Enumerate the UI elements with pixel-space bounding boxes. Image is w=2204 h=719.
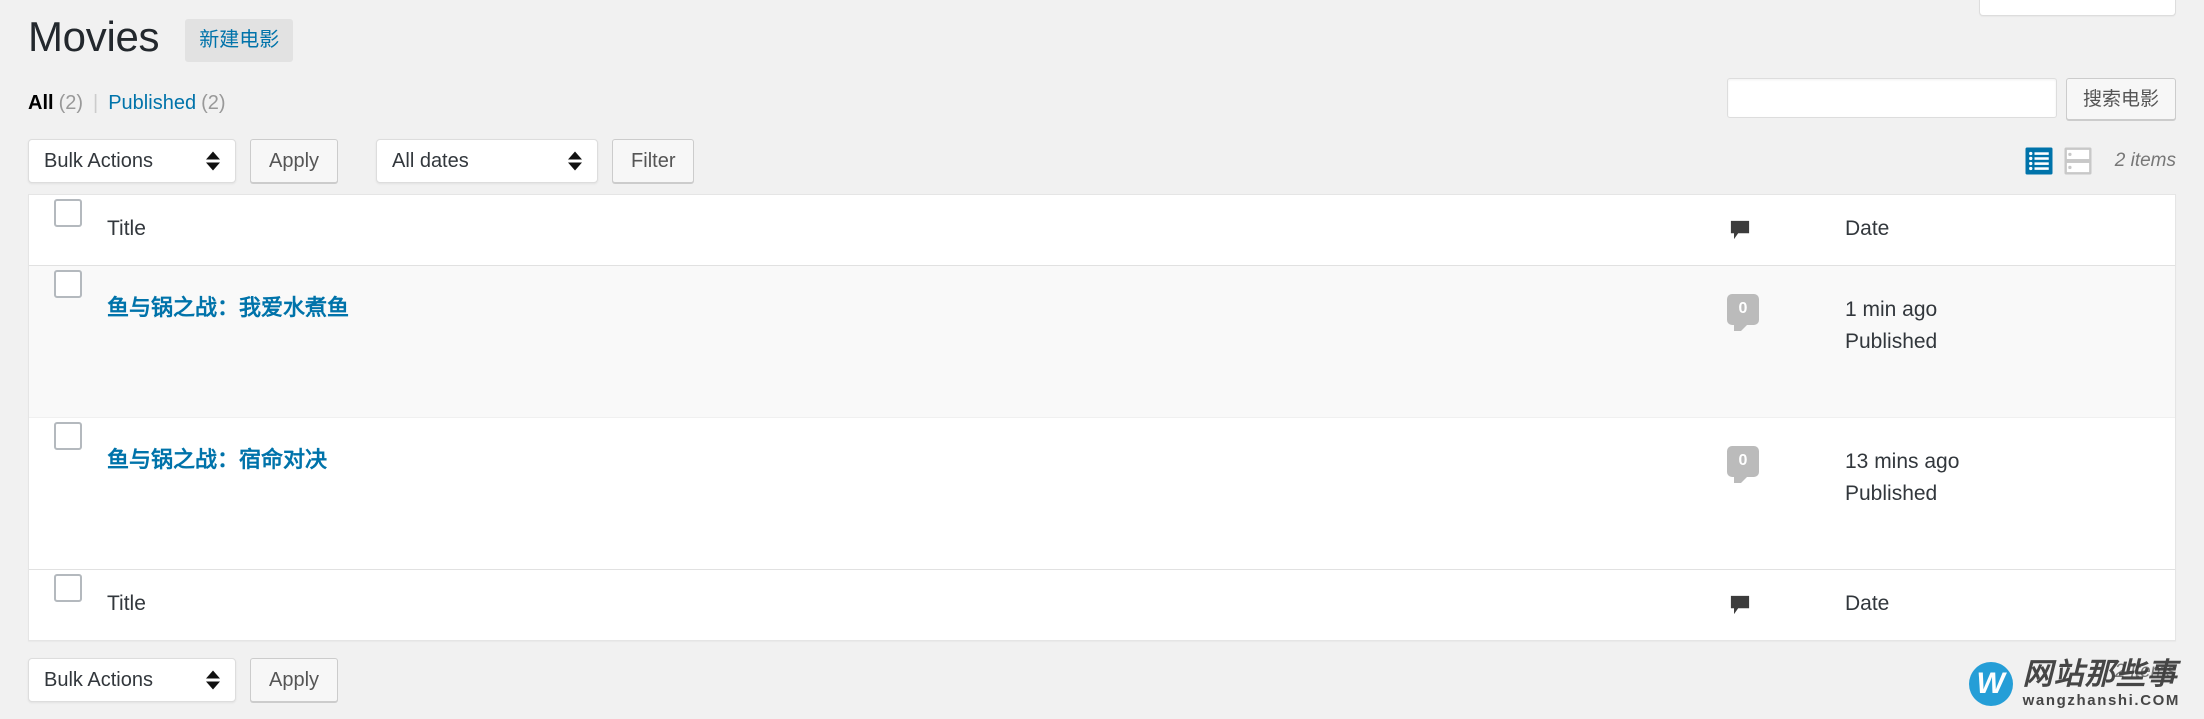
search-box: 搜索电影 xyxy=(1726,78,2176,120)
row-date-cell: 1 min ago Published xyxy=(1845,266,2175,417)
row-date-status: Published xyxy=(1845,329,1938,353)
search-input[interactable] xyxy=(1726,78,2057,118)
table-body: 鱼与锅之战：我爱水煮鱼 0 1 min ago Published 鱼与锅之战：… xyxy=(29,266,2175,569)
row-date-relative: 13 mins ago xyxy=(1845,450,1960,473)
bulk-actions-select-bottom[interactable]: Bulk Actions xyxy=(28,658,236,702)
bulk-actions-group-bottom: Bulk Actions Apply xyxy=(28,658,339,702)
comment-count-value: 0 xyxy=(1727,294,1759,325)
row-title-link[interactable]: 鱼与锅之战：宿命对决 xyxy=(107,447,327,472)
view-published-link[interactable]: Published xyxy=(108,92,196,114)
screen-options-tab[interactable]: Screen Options▾ xyxy=(1978,0,2176,16)
row-title-link[interactable]: 鱼与锅之战：我爱水煮鱼 xyxy=(107,295,349,320)
column-footer-date[interactable]: Date xyxy=(1845,569,2175,640)
row-comments-cell: 0 xyxy=(1727,417,1845,569)
table-row: 鱼与锅之战：宿命对决 0 13 mins ago Published xyxy=(29,417,2175,569)
date-filter-select[interactable]: All dates xyxy=(376,139,599,183)
column-footer-comments[interactable] xyxy=(1727,569,1845,640)
row-select-cell xyxy=(29,417,107,569)
row-checkbox[interactable] xyxy=(54,270,82,298)
table-header-row: Title Date xyxy=(29,195,2175,266)
page-header: Movies 新建电影 xyxy=(28,0,2176,66)
bulk-actions-select-wrap-top: Bulk Actions xyxy=(28,139,236,183)
list-view-icon[interactable] xyxy=(2024,146,2054,176)
comment-count-badge[interactable]: 0 xyxy=(1727,294,1759,325)
table-head: Title Date xyxy=(29,195,2175,266)
tablenav-bottom: Bulk Actions Apply 2 items xyxy=(28,641,2176,719)
bulk-actions-select-top[interactable]: Bulk Actions xyxy=(28,139,236,183)
filter-bar: All (2) | Published (2) 搜索电影 xyxy=(28,66,2176,128)
bulk-actions-group-top: Bulk Actions Apply xyxy=(28,139,339,183)
view-all[interactable]: All (2) xyxy=(28,92,83,115)
views-separator: | xyxy=(93,92,99,114)
tablenav-right-top: 2 items xyxy=(2024,146,2176,176)
date-select-wrap: All dates xyxy=(376,139,599,183)
tablenav-top: Bulk Actions Apply All dates Filter 2 it… xyxy=(28,128,2176,194)
column-footer-title[interactable]: Title xyxy=(107,569,1727,640)
search-movies-button[interactable]: 搜索电影 xyxy=(2065,78,2176,120)
view-published[interactable]: Published (2) xyxy=(108,92,225,115)
row-select-cell xyxy=(29,266,107,417)
column-header-title[interactable]: Title xyxy=(107,195,1727,266)
watermark-text: 网站那些事 wangzhanshi.COM xyxy=(2022,658,2180,709)
view-published-count: (2) xyxy=(201,92,226,114)
comment-count-badge[interactable]: 0 xyxy=(1727,446,1759,477)
watermark-logo-icon: W xyxy=(1968,662,2013,706)
table-row: 鱼与锅之战：我爱水煮鱼 0 1 min ago Published xyxy=(29,266,2175,417)
table-footer-row: Title Date xyxy=(29,569,2175,640)
excerpt-view-icon[interactable] xyxy=(2063,146,2093,176)
filter-button[interactable]: Filter xyxy=(612,139,695,183)
select-all-header xyxy=(29,195,107,266)
row-date-relative: 1 min ago xyxy=(1845,298,1938,321)
add-new-movie-button[interactable]: 新建电影 xyxy=(185,18,294,62)
comment-count-value: 0 xyxy=(1727,446,1759,477)
select-all-checkbox-top[interactable] xyxy=(54,199,82,227)
select-all-checkbox-bottom[interactable] xyxy=(54,574,82,602)
page-title: Movies xyxy=(28,12,160,60)
page-wrap: Movies 新建电影 All (2) | Published (2) 搜索电影 B… xyxy=(0,0,2204,719)
row-title-cell: 鱼与锅之战：我爱水煮鱼 xyxy=(107,266,1727,417)
apply-button-top[interactable]: Apply xyxy=(250,139,339,183)
comment-bubble-icon xyxy=(1727,217,1845,243)
row-comments-cell: 0 xyxy=(1727,266,1845,417)
bulk-actions-select-wrap-bottom: Bulk Actions xyxy=(28,658,236,702)
row-title-cell: 鱼与锅之战：宿命对决 xyxy=(107,417,1727,569)
column-header-comments[interactable] xyxy=(1727,195,1845,266)
select-all-footer xyxy=(29,569,107,640)
displaying-num-top: 2 items xyxy=(2114,150,2176,171)
row-date-status: Published xyxy=(1845,481,1938,505)
column-header-date[interactable]: Date xyxy=(1845,195,2175,266)
movies-list-table: Title Date 鱼与锅之战：我爱水煮鱼 0 1 min ago Publi… xyxy=(28,194,2176,641)
view-switch xyxy=(2024,146,2093,176)
row-date-cell: 13 mins ago Published xyxy=(1845,417,2175,569)
row-checkbox[interactable] xyxy=(54,422,82,450)
table-foot: Title Date xyxy=(29,569,2175,640)
apply-button-bottom[interactable]: Apply xyxy=(250,658,339,702)
site-watermark: W 网站那些事 wangzhanshi.COM xyxy=(1968,658,2180,709)
watermark-cn-text: 网站那些事 xyxy=(2022,658,2178,691)
view-all-link[interactable]: All xyxy=(28,92,54,114)
watermark-en-text: wangzhanshi.COM xyxy=(2022,692,2180,709)
date-filter-group: All dates Filter xyxy=(376,139,695,183)
comment-bubble-icon xyxy=(1727,592,1845,618)
view-all-count: (2) xyxy=(58,92,84,114)
screen-meta-links: Screen Options▾ xyxy=(1978,0,2176,16)
